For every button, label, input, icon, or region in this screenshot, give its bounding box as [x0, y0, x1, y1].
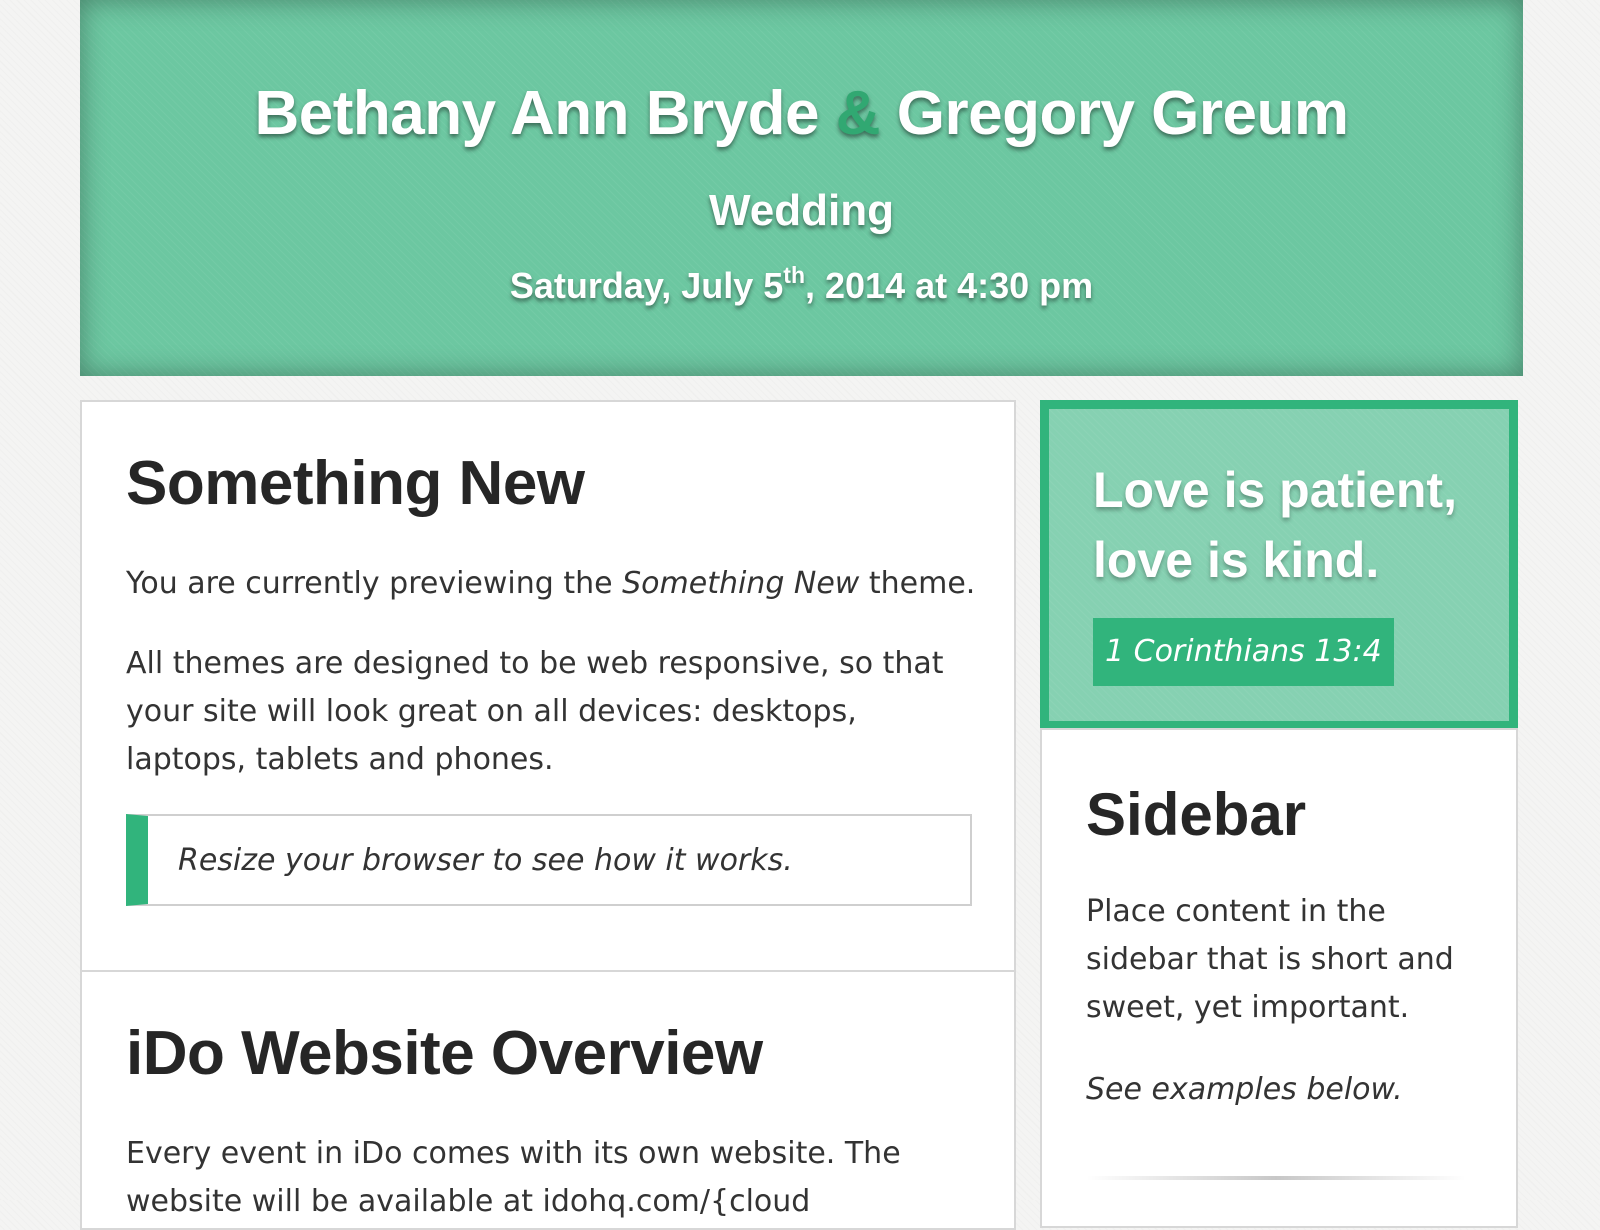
sidebar-card: Sidebar Place content in the sidebar tha…: [1040, 728, 1518, 1228]
resize-callout: Resize your browser to see how it works.: [126, 814, 972, 906]
event-date-rest: , 2014 at 4:30 pm: [805, 265, 1094, 306]
event-date: Saturday, July 5th, 2014 at 4:30 pm: [80, 262, 1523, 307]
event-date-prefix: Saturday, July 5: [509, 265, 784, 306]
sidebar-text: Place content in the sidebar that is sho…: [1086, 894, 1454, 1025]
overview-text: Every event in iDo comes with its own we…: [126, 1136, 901, 1219]
hero-banner: Bethany Ann Bryde & Gregory Greum Weddin…: [80, 0, 1523, 376]
name-bride: Bethany Ann Bryde: [254, 79, 819, 148]
event-type: Wedding: [709, 186, 894, 235]
intro-p1-after: theme.: [868, 566, 976, 601]
ampersand: &: [835, 79, 881, 148]
sidebar-note: See examples below.: [1086, 1072, 1403, 1107]
name-groom: Gregory Greum: [896, 79, 1349, 148]
callout-text: Resize your browser to see how it works.: [178, 842, 793, 878]
verse-quote-box: Love is patient, love is kind. 1 Corinth…: [1040, 400, 1518, 730]
intro-paragraph-2: All themes are designed to be web respon…: [126, 646, 944, 777]
couple-names: Bethany Ann Bryde & Gregory Greum: [80, 78, 1523, 149]
event-date-ordinal: th: [783, 262, 805, 288]
intro-card: Something New You are currently previewi…: [80, 400, 1016, 972]
theme-name: Something New: [622, 566, 860, 601]
overview-card: iDo Website Overview Every event in iDo …: [80, 970, 1016, 1230]
overview-title: iDo Website Overview: [126, 1019, 763, 1088]
verse-reference: 1 Corinthians 13:4: [1093, 618, 1394, 686]
sidebar-title: Sidebar: [1086, 781, 1307, 848]
intro-title: Something New: [126, 449, 585, 518]
intro-paragraph-1: You are currently previewing the Somethi…: [126, 560, 975, 608]
sidebar-divider: [1086, 1176, 1466, 1180]
intro-p1-before: You are currently previewing the: [126, 566, 613, 601]
verse-text: Love is patient, love is kind.: [1093, 462, 1457, 588]
